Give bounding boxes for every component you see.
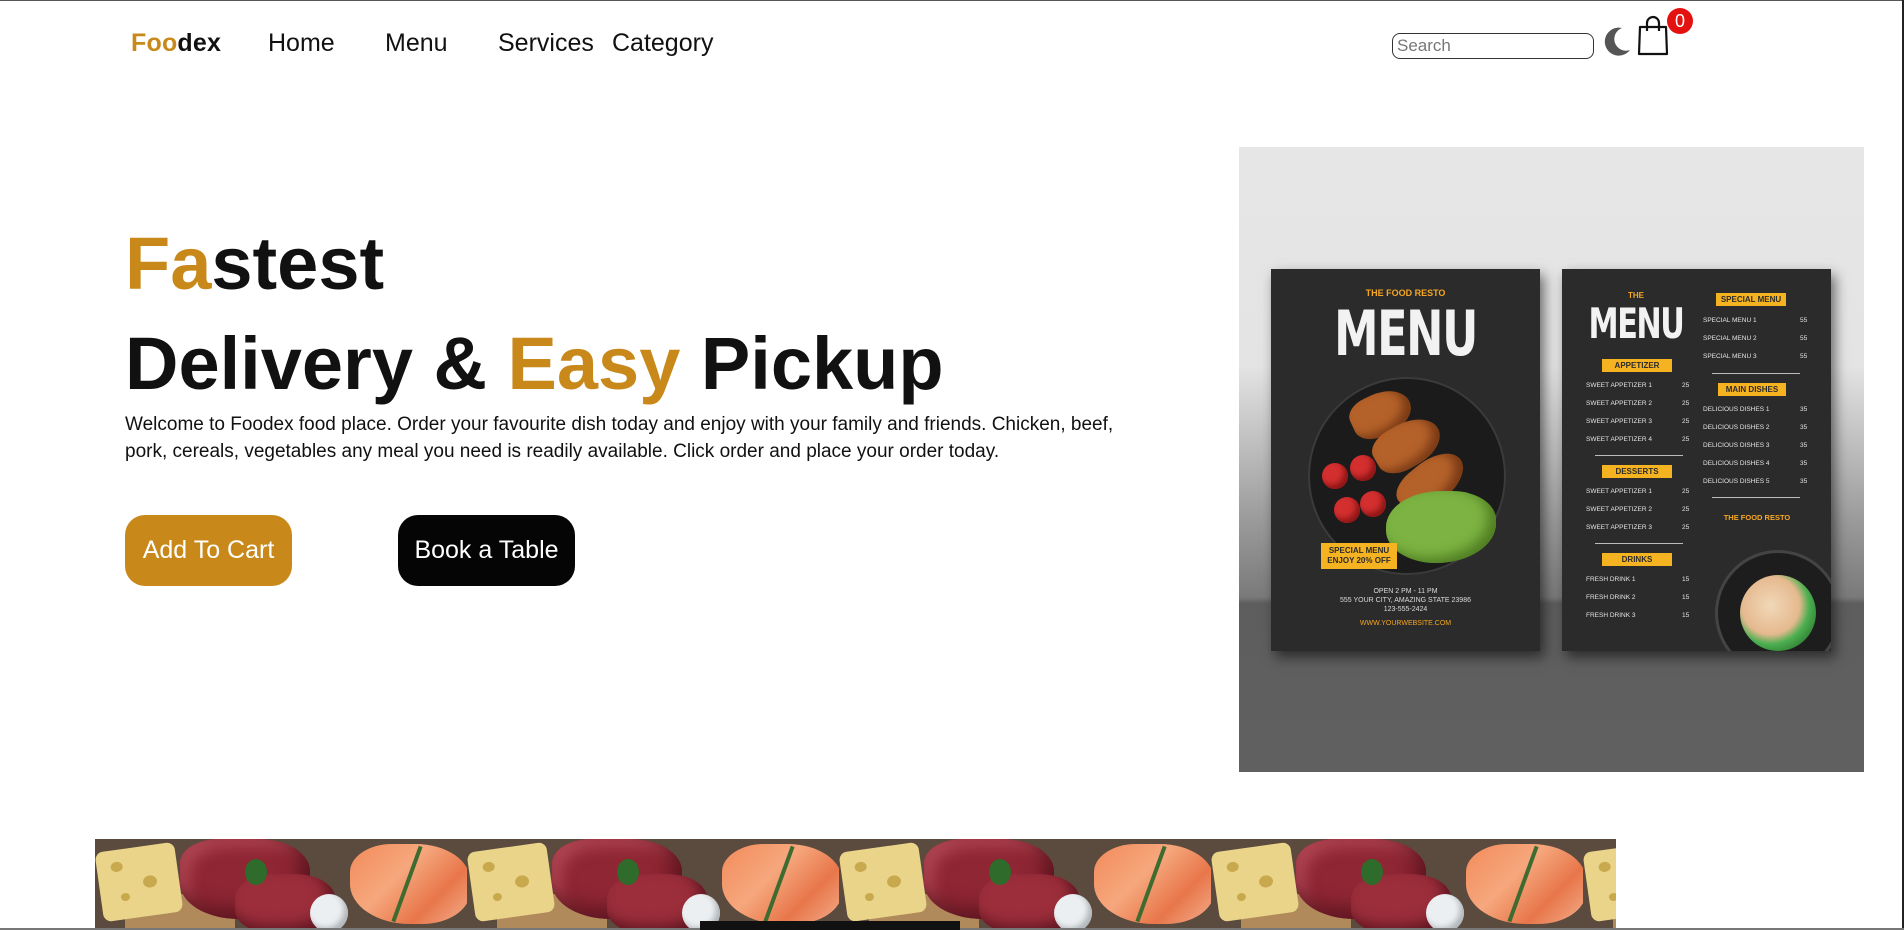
hero-title-accent-easy: Easy bbox=[507, 322, 681, 405]
menu-card-title: MENU bbox=[1334, 297, 1478, 370]
special-item-2: SPECIAL MENU 2 55 bbox=[1703, 335, 1808, 342]
book-table-button[interactable]: Book a Table bbox=[398, 515, 575, 586]
menu-phone: 123-555-2424 bbox=[1383, 606, 1428, 613]
divider bbox=[1595, 455, 1683, 456]
food-tile-image bbox=[95, 839, 467, 928]
cart-count-badge: 0 bbox=[1667, 8, 1693, 34]
nav-link-menu[interactable]: Menu bbox=[385, 29, 448, 58]
hero-title-delivery: Delivery & bbox=[125, 322, 508, 405]
hero-title-accent-fa: Fa bbox=[125, 222, 212, 305]
chicken-pan-image bbox=[1715, 550, 1831, 651]
main-item-4: DELICIOUS DISHES 4 35 bbox=[1703, 460, 1808, 467]
nav-link-home[interactable]: Home bbox=[268, 29, 335, 58]
desserts-header: DESSERTS bbox=[1602, 465, 1672, 478]
food-tile-image bbox=[839, 839, 1211, 928]
hero-menu-image: THE FOOD RESTO MENU SPECIAL MENU ENJOY 2… bbox=[1239, 147, 1864, 772]
menu-hours: OPEN 2 PM - 11 PM bbox=[1373, 588, 1438, 595]
menu-card-right-title: MENU bbox=[1588, 299, 1685, 348]
main-item-5: DELICIOUS DISHES 5 35 bbox=[1703, 478, 1808, 485]
cut-off-heading bbox=[700, 921, 960, 930]
dessert-item-3: SWEET APPETIZER 3 25 bbox=[1586, 524, 1690, 531]
drink-item-3: FRESH DRINK 3 15 bbox=[1586, 612, 1690, 619]
appetizer-item-3: SWEET APPETIZER 3 25 bbox=[1586, 418, 1690, 425]
menu-address: 555 YOUR CITY, AMAZING STATE 23986 bbox=[1340, 597, 1471, 604]
dessert-item-2: SWEET APPETIZER 2 25 bbox=[1586, 506, 1690, 513]
divider bbox=[1595, 543, 1683, 544]
resto-label: THE FOOD RESTO bbox=[1723, 513, 1791, 522]
special-item-3: SPECIAL MENU 3 55 bbox=[1703, 353, 1808, 360]
search-input[interactable] bbox=[1392, 33, 1594, 59]
drink-item-2: FRESH DRINK 2 15 bbox=[1586, 594, 1690, 601]
hero-title-line-1: Fastest bbox=[125, 222, 384, 306]
logo[interactable]: Foodex bbox=[131, 29, 221, 58]
navbar: Foodex Home Menu Services Category 0 bbox=[0, 0, 1904, 90]
nav-link-category[interactable]: Category bbox=[612, 29, 713, 58]
shopping-bag-icon[interactable] bbox=[1636, 14, 1670, 56]
main-dishes-header: MAIN DISHES bbox=[1718, 383, 1786, 396]
logo-part-accent: Foo bbox=[131, 29, 178, 57]
appetizer-item-2: SWEET APPETIZER 2 25 bbox=[1586, 400, 1690, 407]
special-item-1: SPECIAL MENU 1 55 bbox=[1703, 317, 1808, 324]
logo-part-accent-2: de bbox=[177, 29, 207, 57]
hero-title-line-2: Delivery & Easy Pickup bbox=[125, 322, 944, 406]
special-tag-line-1: SPECIAL MENU bbox=[1328, 546, 1390, 555]
divider bbox=[1712, 497, 1800, 498]
main-item-2: DELICIOUS DISHES 2 35 bbox=[1703, 424, 1808, 431]
hero-description: Welcome to Foodex food place. Order your… bbox=[125, 414, 1114, 462]
drink-item-1: FRESH DRINK 1 15 bbox=[1586, 576, 1690, 583]
appetizer-item-1: SWEET APPETIZER 1 25 bbox=[1586, 382, 1690, 389]
dessert-item-1: SWEET APPETIZER 1 25 bbox=[1586, 488, 1690, 495]
main-item-1: DELICIOUS DISHES 1 35 bbox=[1703, 406, 1808, 413]
add-to-cart-button[interactable]: Add To Cart bbox=[125, 515, 292, 586]
food-banner-strip bbox=[95, 839, 1616, 928]
main-item-3: DELICIOUS DISHES 3 35 bbox=[1703, 442, 1808, 449]
special-tag-line-2: ENJOY 20% OFF bbox=[1327, 556, 1391, 565]
nav-link-services[interactable]: Services bbox=[498, 29, 594, 58]
appetizer-header: APPETIZER bbox=[1602, 359, 1672, 372]
menu-url: WWW.YOURWEBSITE.COM bbox=[1359, 620, 1452, 627]
appetizer-item-4: SWEET APPETIZER 4 25 bbox=[1586, 436, 1690, 443]
special-menu-tag: SPECIAL MENU ENJOY 20% OFF bbox=[1321, 543, 1397, 569]
divider bbox=[1712, 373, 1800, 374]
menu-card-left: THE FOOD RESTO MENU SPECIAL MENU ENJOY 2… bbox=[1271, 269, 1540, 651]
special-menu-header: SPECIAL MENU bbox=[1716, 293, 1786, 306]
menu-card-right: THE MENU SPECIAL MENU SPECIAL MENU 1 55 S… bbox=[1562, 269, 1831, 651]
hero-title-pickup: Pickup bbox=[680, 322, 944, 405]
moon-icon[interactable] bbox=[1602, 26, 1632, 58]
hero-title-stest: stest bbox=[211, 222, 385, 305]
drinks-header: DRINKS bbox=[1602, 553, 1672, 566]
food-tile-image bbox=[1583, 839, 1616, 928]
food-tile-image bbox=[467, 839, 839, 928]
lettuce-image bbox=[1386, 491, 1496, 563]
logo-part-dark: x bbox=[207, 29, 222, 57]
food-tile-image bbox=[1211, 839, 1583, 928]
